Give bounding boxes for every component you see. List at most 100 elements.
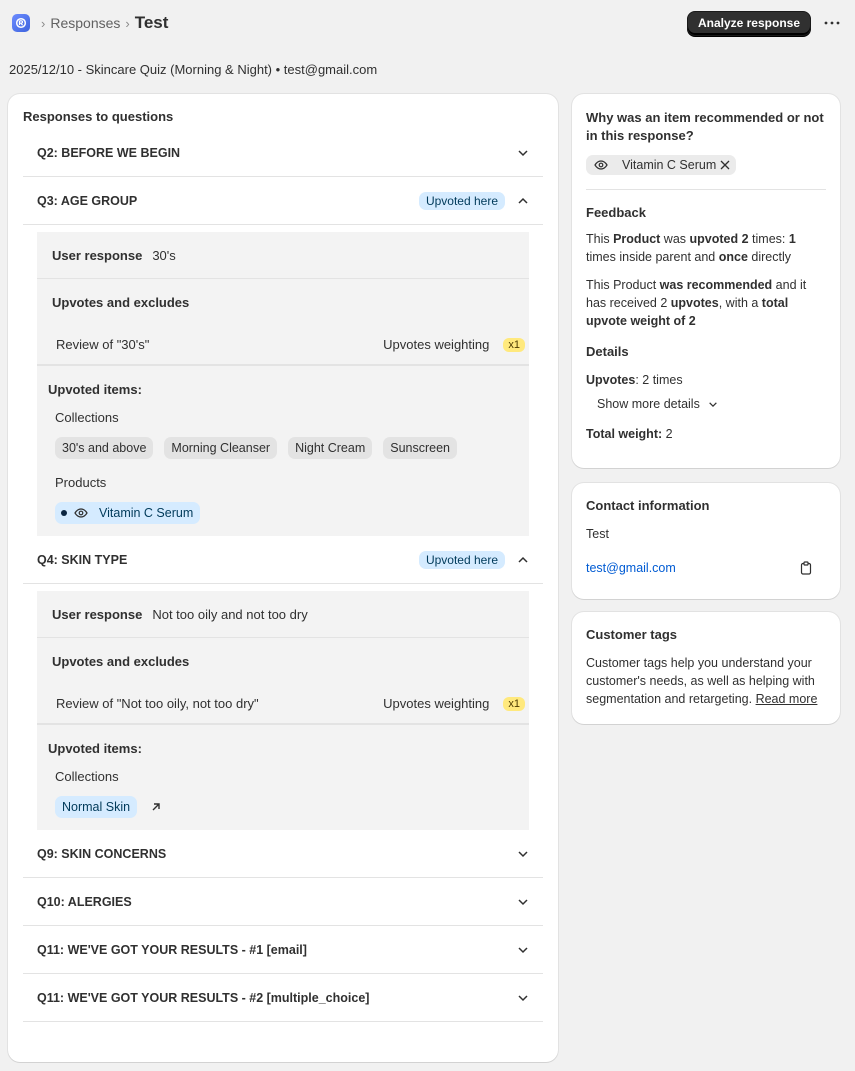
user-response: User response 30's <box>37 232 529 279</box>
user-response-label: User response <box>52 247 143 263</box>
product-name: Vitamin C Serum <box>99 506 194 520</box>
question-q3[interactable]: Q3: AGE GROUP Upvoted here <box>23 177 543 225</box>
chevron-down-icon <box>709 401 717 407</box>
divider <box>586 189 826 190</box>
collection-tag[interactable]: Morning Cleanser <box>164 437 278 459</box>
q3-details: User response 30's Upvotes and excludes … <box>37 232 529 536</box>
total-label: Total weight: <box>586 427 663 441</box>
external-link-icon[interactable] <box>150 801 162 813</box>
contact-email-link[interactable]: test@gmail.com <box>586 559 676 577</box>
text-segment: Product <box>613 232 661 246</box>
question-title: Q10: ALERGIES <box>37 894 132 909</box>
text-segment: upvoted 2 <box>689 232 749 246</box>
product-tag[interactable]: Vitamin C Serum <box>55 502 201 524</box>
customer-tags-card: Customer tags Customer tags help you und… <box>572 612 840 724</box>
upvoted-badge: Upvoted here <box>418 191 505 210</box>
review-text: Review of "30's" <box>56 337 150 352</box>
collection-tags: Normal Skin <box>48 796 518 818</box>
collection-tag[interactable]: Sunscreen <box>383 437 458 459</box>
text-segment: upvotes <box>670 296 719 310</box>
customer-tags-title: Customer tags <box>586 627 678 642</box>
show-more-label: Show more details <box>597 397 700 411</box>
upvotes-section: Upvotes and excludes Review of "30's" Up… <box>37 279 529 366</box>
app-logo-icon[interactable] <box>12 14 30 32</box>
user-response: User response Not too oily and not too d… <box>37 591 529 638</box>
collection-tag[interactable]: 30's and above <box>55 437 154 459</box>
products-label: Products <box>55 474 107 490</box>
upvotes-section: Upvotes and excludes Review of "Not too … <box>37 638 529 725</box>
breadcrumb-responses[interactable]: Responses <box>50 15 120 31</box>
question-q2[interactable]: Q2: BEFORE WE BEGIN <box>23 129 543 177</box>
read-more-link[interactable]: Read more <box>756 692 818 706</box>
upvotes-count: Upvotes: 2 times <box>586 371 826 389</box>
weighting-label: Upvotes weighting <box>383 696 490 711</box>
breadcrumb-separator-icon: › <box>41 15 46 31</box>
text-segment: once <box>718 250 748 264</box>
contact-title: Contact information <box>586 498 710 513</box>
product-filter-chip[interactable]: Vitamin C Serum <box>586 155 737 175</box>
collection-tag[interactable]: Night Cream <box>288 437 373 459</box>
collection-tag[interactable]: Normal Skin <box>55 796 138 818</box>
question-q4[interactable]: Q4: SKIN TYPE Upvoted here <box>23 536 543 584</box>
page-title: Test <box>134 13 169 32</box>
upvoted-items: Upvoted items: Collections 30's and abov… <box>37 366 529 536</box>
question-q10[interactable]: Q10: ALERGIES <box>23 878 543 926</box>
upvotes-title: Upvotes and excludes <box>52 294 190 310</box>
customer-tags-text: Customer tags help you understand your c… <box>586 654 826 708</box>
question-title: Q2: BEFORE WE BEGIN <box>37 145 181 160</box>
user-response-label: User response <box>52 606 143 622</box>
chevron-down-icon[interactable] <box>517 898 529 906</box>
chevron-down-icon[interactable] <box>517 149 529 157</box>
contact-card: Contact information Test test@gmail.com <box>572 483 840 599</box>
feedback-upvoted: This Product was upvoted 2 times: 1 time… <box>586 230 826 266</box>
recommendation-title: Why was an item recommended or not in th… <box>586 110 824 143</box>
text-segment: was recommended <box>659 278 773 292</box>
responses-title: Responses to questions <box>23 109 174 124</box>
chevron-down-icon[interactable] <box>517 850 529 858</box>
show-more-details-button[interactable]: Show more details <box>586 389 826 419</box>
upvoted-badge: Upvoted here <box>418 550 505 569</box>
upvoted-items-label: Upvoted items: <box>48 381 142 397</box>
chevron-down-icon[interactable] <box>517 994 529 1002</box>
upvoted-items: Upvoted items: Collections Normal Skin <box>37 725 529 830</box>
collections-label: Collections <box>55 409 119 425</box>
text-segment: This <box>586 232 614 246</box>
top-bar: › Responses › Test Analyze response <box>0 0 855 46</box>
question-q11-email[interactable]: Q11: WE'VE GOT YOUR RESULTS - #1 [email] <box>23 926 543 974</box>
feedback-recommended: This Product was recommended and it has … <box>586 276 826 330</box>
collection-tags: 30's and above Morning Cleanser Night Cr… <box>48 437 518 459</box>
text-segment: This Product <box>586 278 660 292</box>
weighting-label: Upvotes weighting <box>383 337 490 352</box>
text-segment: times inside parent and <box>586 250 719 264</box>
weighting-badge: x1 <box>503 337 525 352</box>
recommendation-card: Why was an item recommended or not in th… <box>572 94 840 468</box>
user-response-value: Not too oily and not too dry <box>152 606 308 622</box>
chevron-up-icon[interactable] <box>517 556 529 564</box>
details-title: Details <box>586 344 629 359</box>
user-response-value: 30's <box>152 247 176 263</box>
chip-label: Vitamin C Serum <box>622 158 717 172</box>
clipboard-icon[interactable] <box>800 561 812 575</box>
close-icon[interactable] <box>720 160 730 170</box>
upvoted-items-label: Upvoted items: <box>48 740 142 756</box>
review-row: Review of "Not too oily, not too dry" Up… <box>37 684 529 724</box>
upvotes-title: Upvotes and excludes <box>52 653 190 669</box>
contact-name: Test <box>586 527 609 541</box>
chevron-down-icon[interactable] <box>517 946 529 954</box>
question-title: Q3: AGE GROUP <box>37 193 138 208</box>
collections-label: Collections <box>55 768 119 784</box>
total-weight: Total weight: 2 <box>586 425 826 443</box>
eye-icon <box>74 508 88 518</box>
contact-email-row: test@gmail.com <box>586 559 826 577</box>
analyze-response-button[interactable]: Analyze response <box>686 10 811 36</box>
question-title: Q11: WE'VE GOT YOUR RESULTS - #2 [multip… <box>37 990 370 1005</box>
question-title: Q11: WE'VE GOT YOUR RESULTS - #1 [email] <box>37 942 307 957</box>
more-actions-icon[interactable] <box>821 12 843 34</box>
text-segment: , with a <box>718 296 762 310</box>
question-q9[interactable]: Q9: SKIN CONCERNS <box>23 830 543 878</box>
question-q11-multiple-choice[interactable]: Q11: WE'VE GOT YOUR RESULTS - #2 [multip… <box>23 974 543 1022</box>
text-segment: directly <box>747 250 791 264</box>
status-dot-icon <box>61 510 67 516</box>
chevron-up-icon[interactable] <box>517 197 529 205</box>
question-title: Q4: SKIN TYPE <box>37 552 128 567</box>
